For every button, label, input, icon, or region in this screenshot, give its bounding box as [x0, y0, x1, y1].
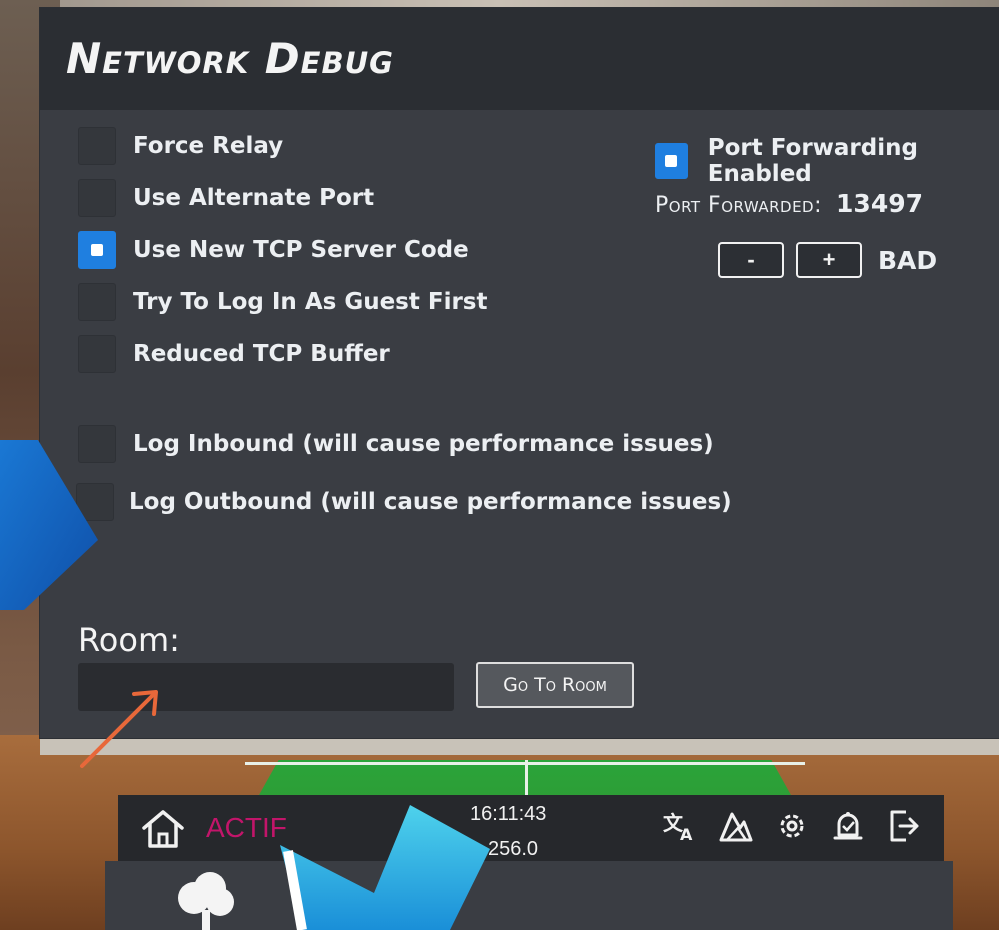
svg-text:A: A — [680, 825, 693, 844]
port-forwarding-row[interactable]: Port Forwarding Enabled — [655, 135, 999, 187]
checkmark-icon — [665, 155, 678, 167]
log-inbound-row[interactable]: Log Inbound (will cause performance issu… — [78, 425, 714, 463]
log-outbound-label: Log Outbound (will cause performance iss… — [129, 489, 732, 515]
use-new-tcp-server-code-checkbox[interactable] — [78, 231, 116, 269]
log-inbound-checkbox[interactable] — [78, 425, 116, 463]
settings-icon[interactable] — [772, 806, 812, 846]
translate-icon[interactable]: 文 A — [660, 806, 700, 846]
use-alternate-port-label: Use Alternate Port — [133, 185, 375, 211]
room-label: Room: — [78, 621, 180, 659]
room-input[interactable] — [78, 663, 454, 711]
use-alternate-port-row[interactable]: Use Alternate Port — [78, 179, 374, 217]
reduced-tcp-buffer-label: Reduced TCP Buffer — [133, 341, 390, 367]
port-forwarding-label: Port Forwarding Enabled — [707, 135, 918, 187]
guest-login-first-label: Try To Log In As Guest First — [133, 289, 488, 315]
guest-login-first-checkbox[interactable] — [78, 283, 116, 321]
log-outbound-checkbox[interactable] — [76, 483, 114, 521]
port-forwarded-label: Port Forwarded: — [655, 193, 823, 218]
panel-header: Network Debug — [40, 8, 999, 110]
port-forwarded-value: 13497 — [836, 189, 924, 218]
port-forwarding-checkbox[interactable] — [655, 143, 688, 179]
toolbar-icons: 文 A — [660, 806, 924, 846]
network-debug-panel: Network Debug Force Relay Use Alternate … — [40, 8, 999, 738]
force-relay-label: Force Relay — [133, 133, 284, 159]
force-relay-checkbox[interactable] — [78, 127, 116, 165]
log-inbound-label: Log Inbound (will cause performance issu… — [133, 431, 714, 457]
port-status: BAD — [878, 245, 938, 275]
clock: 16:11:43 — [470, 803, 547, 825]
reduced-tcp-buffer-row[interactable]: Reduced TCP Buffer — [78, 335, 390, 373]
log-outbound-row[interactable]: Log Outbound (will cause performance iss… — [76, 483, 732, 521]
panel-title: Network Debug — [66, 34, 394, 83]
logout-icon[interactable] — [884, 806, 924, 846]
terrain-icon[interactable] — [716, 806, 756, 846]
decrement-button[interactable]: - — [718, 242, 784, 278]
port-forwarded-line: Port Forwarded: 13497 — [655, 189, 923, 218]
home-icon[interactable] — [140, 808, 186, 850]
notification-bell-icon[interactable] — [828, 806, 868, 846]
wall-baseboard — [40, 735, 999, 755]
increment-button[interactable]: + — [796, 242, 862, 278]
port-stepper: - + BAD — [718, 242, 937, 278]
reduced-tcp-buffer-checkbox[interactable] — [78, 335, 116, 373]
status-label: ACTIF — [206, 812, 287, 843]
guest-login-first-row[interactable]: Try To Log In As Guest First — [78, 283, 487, 321]
sub-value: 256.0 — [488, 838, 539, 860]
force-relay-row[interactable]: Force Relay — [78, 127, 283, 165]
use-new-tcp-server-code-label: Use New TCP Server Code — [133, 237, 469, 263]
use-new-tcp-server-code-row[interactable]: Use New TCP Server Code — [78, 231, 469, 269]
tree-icon — [178, 872, 234, 930]
use-alternate-port-checkbox[interactable] — [78, 179, 116, 217]
checkmark-icon — [91, 244, 103, 256]
go-to-room-button[interactable]: Go To Room — [476, 662, 634, 708]
